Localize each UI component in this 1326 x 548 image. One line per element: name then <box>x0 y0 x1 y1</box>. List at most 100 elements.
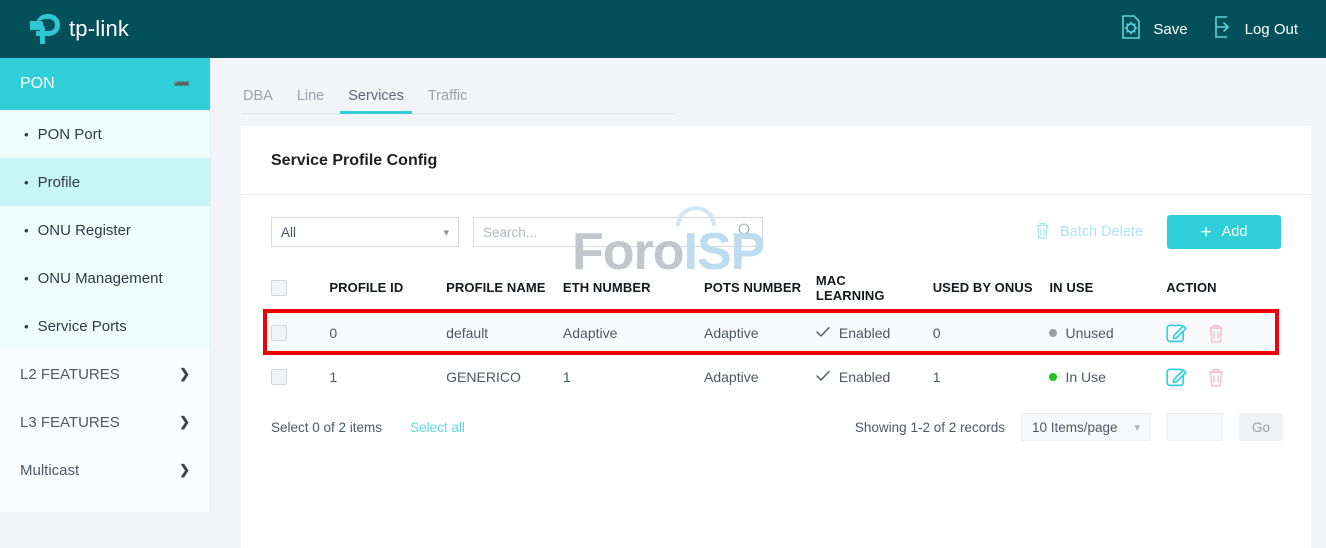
bullet-icon: • <box>24 270 29 286</box>
sidebar-item-onu-register-label: ONU Register <box>37 221 131 239</box>
row-checkbox[interactable] <box>271 369 287 385</box>
sidebar-submenu: • PON Port • Profile • ONU Register • ON… <box>0 110 210 350</box>
batch-delete-label: Batch Delete <box>1059 224 1143 240</box>
plus-icon: + <box>1200 221 1212 243</box>
page-number-input[interactable] <box>1167 413 1223 441</box>
tp-link-mark-icon <box>30 14 60 44</box>
row-select-cell <box>271 325 329 341</box>
selection-count-label: Select 0 of 2 items <box>271 419 383 435</box>
delete-icon[interactable] <box>1206 323 1226 344</box>
column-mac-learning: MAC LEARNING <box>816 273 933 303</box>
search-input[interactable] <box>483 224 737 240</box>
cell-profile-id: 0 <box>329 325 338 341</box>
filter-select-value: All <box>281 224 297 240</box>
cell-used-by-onus: 0 <box>932 325 941 341</box>
cell-mac-learning: Enabled <box>816 369 933 385</box>
table-row[interactable]: 0 default Adaptive Adaptive Enabled 0 Un… <box>271 311 1283 355</box>
bullet-icon: • <box>24 174 29 190</box>
sidebar-item-pon-port-label: PON Port <box>37 125 102 143</box>
tab-traffic[interactable]: Traffic <box>416 88 479 113</box>
row-select-cell <box>271 369 329 385</box>
sidebar-group-l2-features-label: L2 FEATURES <box>20 365 120 383</box>
cell-pots-number: Adaptive <box>704 369 759 385</box>
add-button[interactable]: + Add <box>1167 215 1281 249</box>
sidebar-item-onu-management-label: ONU Management <box>37 269 163 287</box>
sidebar-group-pon-label: PON <box>20 75 55 92</box>
tab-bar: DBA Line Services Traffic <box>241 78 675 114</box>
status-dot-icon <box>1049 329 1058 337</box>
chevron-down-icon: ▾ <box>443 226 449 239</box>
table-header-row: PROFILE ID PROFILE NAME ETH NUMBER POTS … <box>271 265 1283 311</box>
sidebar-item-profile[interactable]: • Profile <box>0 158 210 206</box>
tp-link-logo: tp-link <box>30 14 129 44</box>
check-icon <box>816 325 830 341</box>
column-mac-learning-line2: LEARNING <box>815 287 885 303</box>
sidebar-group-l2-features[interactable]: L2 FEATURES ❯ <box>0 350 210 398</box>
cell-action <box>1166 366 1283 388</box>
cell-used-by-onus: 1 <box>932 369 941 385</box>
cell-profile-id: 1 <box>329 369 338 385</box>
service-profile-card: Service Profile Config All ▾ Search... B… <box>241 126 1311 548</box>
sidebar-group-pon[interactable]: PON ➖ <box>0 58 210 110</box>
logout-button[interactable]: Log Out <box>1212 14 1298 45</box>
tab-dba[interactable]: DBA <box>241 88 285 113</box>
service-profile-table: PROFILE ID PROFILE NAME ETH NUMBER POTS … <box>263 265 1283 399</box>
column-profile-name: PROFILE NAME <box>446 280 546 295</box>
sidebar-group-l3-features-label: L3 FEATURES <box>20 413 120 431</box>
filter-select[interactable]: All ▾ <box>271 217 459 247</box>
trash-icon <box>1034 221 1051 244</box>
tab-line[interactable]: Line <box>285 88 336 113</box>
logout-arrow-icon <box>1212 14 1236 45</box>
status-badge: In Use <box>1065 369 1106 385</box>
save-document-gear-icon <box>1118 14 1144 45</box>
cell-eth-number: 1 <box>562 369 571 385</box>
add-label: Add <box>1221 224 1248 240</box>
logout-label: Log Out <box>1244 20 1298 38</box>
status-dot-icon <box>1049 373 1058 381</box>
edit-icon[interactable] <box>1166 366 1188 388</box>
sidebar-item-service-ports[interactable]: • Service Ports <box>0 302 210 350</box>
cell-eth-number: Adaptive <box>562 325 618 341</box>
chevron-right-icon: ❯ <box>179 462 190 477</box>
bullet-icon: • <box>24 126 29 142</box>
topbar-actions: Save Log Out <box>1118 14 1298 45</box>
delete-icon[interactable] <box>1206 367 1226 388</box>
sidebar: PON ➖ • PON Port • Profile • ONU Registe… <box>0 58 211 512</box>
go-button[interactable]: Go <box>1239 413 1283 441</box>
search-box[interactable] <box>473 217 763 247</box>
tab-services[interactable]: Services <box>336 88 416 114</box>
sidebar-item-onu-register[interactable]: • ONU Register <box>0 206 210 254</box>
table-toolbar: All ▾ Batch Del <box>241 195 1311 249</box>
sidebar-group-multicast[interactable]: Multicast ❯ <box>0 446 210 494</box>
row-checkbox[interactable] <box>271 325 287 341</box>
cell-profile-name: default <box>446 325 489 341</box>
check-icon <box>816 369 830 385</box>
batch-delete-button[interactable]: Batch Delete <box>1034 221 1143 244</box>
save-button[interactable]: Save <box>1118 14 1188 45</box>
chevron-right-icon: ❯ <box>179 414 190 429</box>
cell-mac-learning: Enabled <box>816 325 933 341</box>
page-size-select[interactable]: 10 Items/page ▾ <box>1021 413 1151 441</box>
column-in-use: IN USE <box>1049 280 1094 295</box>
sidebar-item-pon-port[interactable]: • PON Port <box>0 110 210 158</box>
chevron-down-icon: ➖ <box>173 76 190 91</box>
edit-icon[interactable] <box>1166 322 1188 344</box>
top-header-bar: tp-link Save Log Out <box>0 0 1326 58</box>
select-all-link[interactable]: Select all <box>410 420 465 435</box>
cell-mac-learning-label: Enabled <box>838 369 891 385</box>
select-all-header-cell <box>271 279 329 296</box>
sidebar-item-onu-management[interactable]: • ONU Management <box>0 254 210 302</box>
cell-in-use: In Use <box>1049 369 1166 385</box>
cell-pots-number: Adaptive <box>704 325 759 341</box>
bullet-icon: • <box>24 222 29 238</box>
table-footer: Select 0 of 2 items Select all Showing 1… <box>271 413 1283 441</box>
search-icon[interactable] <box>737 222 753 243</box>
cell-profile-name: GENERICO <box>446 369 521 385</box>
page-title: Service Profile Config <box>271 152 438 169</box>
chevron-down-icon: ▾ <box>1134 421 1140 434</box>
sidebar-item-service-ports-label: Service Ports <box>37 317 127 335</box>
select-all-checkbox[interactable] <box>271 279 287 296</box>
column-eth-number: ETH NUMBER <box>562 280 651 295</box>
table-row[interactable]: 1 GENERICO 1 Adaptive Enabled 1 In Use <box>271 355 1283 399</box>
sidebar-group-l3-features[interactable]: L3 FEATURES ❯ <box>0 398 210 446</box>
